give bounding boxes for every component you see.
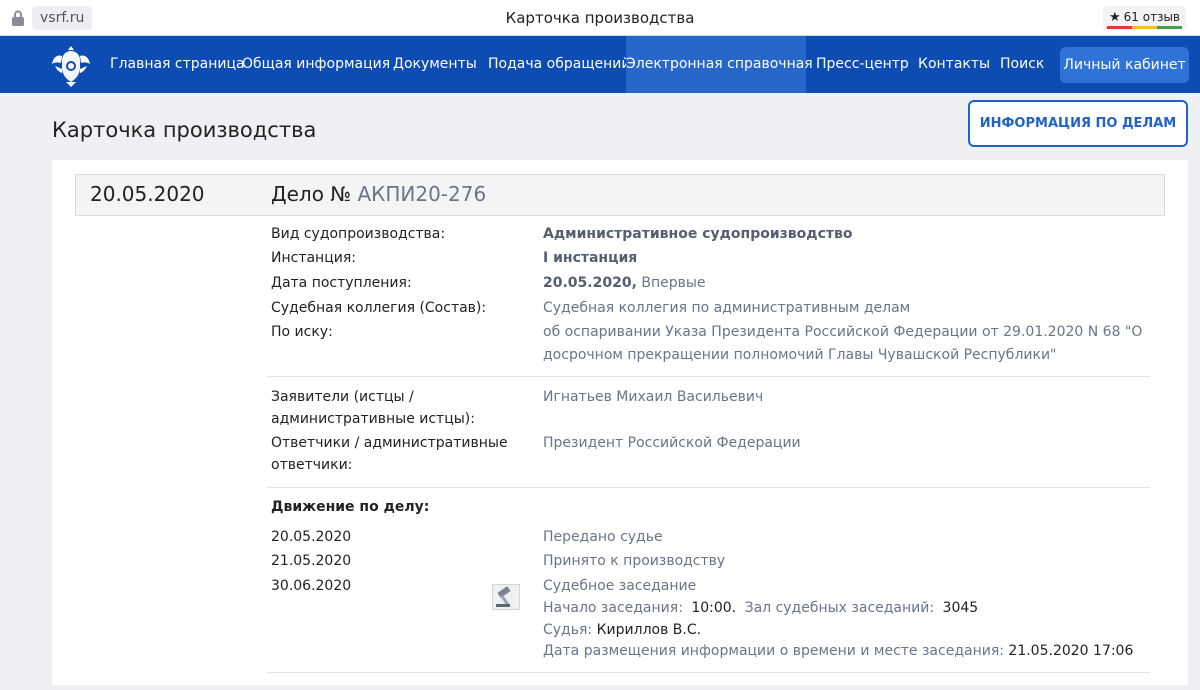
case-header: 20.05.2020 Дело № АКПИ20-276 <box>75 174 1165 216</box>
lock-icon <box>12 10 24 26</box>
field-label-collegium: Судебная коллегия (Состав): <box>271 300 487 316</box>
star-icon: ★ <box>1109 10 1121 25</box>
session-posted-value: 21.05.2020 17:06 <box>1008 643 1134 659</box>
tab-title: Карточка производства <box>505 9 695 27</box>
session-judge: Судья: Кириллов В.С. <box>543 619 701 641</box>
main-nav: Главная страница Общая информация Докуме… <box>0 36 1200 93</box>
session-room-label: Зал судебных заседаний: <box>744 600 935 616</box>
reviews-badge[interactable]: ★ 61 отзыв <box>1103 6 1186 30</box>
divider <box>267 487 1150 488</box>
gavel-icon[interactable] <box>492 584 520 610</box>
reviews-count: 61 отзыв <box>1123 10 1180 24</box>
field-value-instance: I инстанция <box>543 250 638 266</box>
session-judge-value: Кириллов В.С. <box>596 622 702 638</box>
session-start-value: 10:00. <box>691 600 737 616</box>
field-value-claim-line2: досрочном прекращении полномочий Главы Ч… <box>543 347 1057 363</box>
received-status: Впервые <box>641 275 706 291</box>
nav-press-center[interactable]: Пресс-центр <box>816 36 909 93</box>
session-start: Начало заседания: 10:00. Зал судебных за… <box>543 597 978 619</box>
field-value-respondents: Президент Российской Федерации <box>543 435 801 451</box>
case-number: АКПИ20-276 <box>357 182 487 206</box>
case-card: 20.05.2020 Дело № АКПИ20-276 Вид судопро… <box>52 160 1188 685</box>
field-value-collegium: Судебная коллегия по административным де… <box>543 300 911 316</box>
received-date: 20.05.2020, <box>543 275 637 291</box>
field-value-received-date: 20.05.2020, Впервые <box>543 272 706 294</box>
case-info-button[interactable]: ИНФОРМАЦИЯ ПО ДЕЛАМ <box>968 100 1188 147</box>
field-label-proceeding-type: Вид судопроизводства: <box>271 226 446 242</box>
field-label-respondents-line1: Ответчики / административные <box>271 435 508 451</box>
nav-home[interactable]: Главная страница <box>110 36 245 93</box>
field-value-proceeding-type: Административное судопроизводство <box>543 226 853 242</box>
field-label-claimants-line2: административные истцы): <box>271 411 475 427</box>
movement-title: Движение по делу: <box>271 499 430 515</box>
session-posted: Дата размещения информации о времени и м… <box>543 640 1133 662</box>
nav-appeals[interactable]: Подача обращений <box>488 36 630 93</box>
browser-bar: vsrf.ru Карточка производства ★ 61 отзыв <box>0 0 1200 36</box>
nav-electronic-reference[interactable]: Электронная справочная <box>626 36 813 93</box>
emblem-icon[interactable] <box>51 42 91 88</box>
case-date: 20.05.2020 <box>90 182 205 206</box>
movement-date-3: 30.06.2020 <box>271 578 352 594</box>
field-label-instance: Инстанция: <box>271 250 356 266</box>
session-room-value: 3045 <box>942 600 979 616</box>
nav-contacts[interactable]: Контакты <box>918 36 990 93</box>
address-bar[interactable]: vsrf.ru <box>32 6 93 30</box>
personal-account-button[interactable]: Личный кабинет <box>1060 47 1189 83</box>
movement-date-2: 21.05.2020 <box>271 553 352 569</box>
divider <box>267 672 1150 673</box>
field-label-received-date: Дата поступления: <box>271 275 412 291</box>
field-label-claimants-line1: Заявители (истцы / <box>271 389 414 405</box>
nav-documents[interactable]: Документы <box>393 36 477 93</box>
case-title: Дело № АКПИ20-276 <box>271 182 486 206</box>
field-value-claimants: Игнатьев Михаил Васильевич <box>543 389 764 405</box>
movement-event-3: Судебное заседание <box>543 578 697 594</box>
movement-event-2: Принято к производству <box>543 553 726 569</box>
divider <box>267 376 1150 377</box>
nav-general-info[interactable]: Общая информация <box>242 36 390 93</box>
nav-search[interactable]: Поиск <box>1000 36 1044 93</box>
field-label-claim: По иску: <box>271 324 333 340</box>
session-posted-label: Дата размещения информации о времени и м… <box>543 643 1004 659</box>
field-value-claim-line1: об оспаривании Указа Президента Российск… <box>543 324 1143 340</box>
session-judge-label: Судья: <box>543 622 593 638</box>
field-label-respondents-line2: ответчики: <box>271 457 353 473</box>
session-start-label: Начало заседания: <box>543 600 683 616</box>
case-title-prefix: Дело № <box>271 182 352 206</box>
movement-event-1: Передано судье <box>543 529 663 545</box>
page-title: Карточка производства <box>52 118 317 142</box>
movement-date-1: 20.05.2020 <box>271 529 352 545</box>
